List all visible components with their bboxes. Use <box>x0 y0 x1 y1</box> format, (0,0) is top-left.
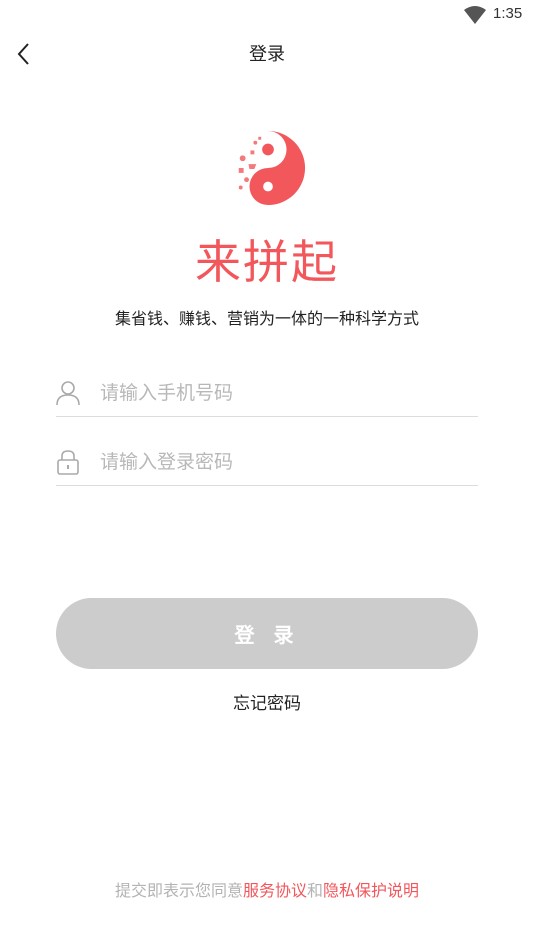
status-bar: 1:35 <box>0 0 534 30</box>
agreement-prefix: 提交即表示您同意 <box>114 881 243 900</box>
user-icon <box>56 381 80 406</box>
brand-name: 来拼起 <box>195 235 339 289</box>
status-time: 1:35 <box>493 5 523 22</box>
privacy-policy-link[interactable]: 隐私保护说明 <box>323 881 419 900</box>
login-button[interactable]: 登 录 <box>56 598 478 669</box>
wifi-icon <box>464 6 486 24</box>
agreement-conjunction: 和 <box>307 881 324 900</box>
lock-icon <box>57 450 79 475</box>
page-title: 登录 <box>249 44 285 65</box>
service-agreement-link[interactable]: 服务协议 <box>243 881 307 900</box>
phone-field <box>56 370 478 417</box>
phone-input[interactable] <box>100 376 470 410</box>
app-logo-icon <box>230 130 306 206</box>
password-field <box>56 439 478 486</box>
forgot-password-link[interactable]: 忘记密码 <box>0 689 534 714</box>
brand-slogan: 集省钱、赚钱、营销为一体的一种科学方式 <box>114 309 419 328</box>
agreement-text: 提交即表示您同意服务协议和隐私保护说明 <box>0 877 534 901</box>
password-input[interactable] <box>100 445 470 479</box>
top-bar: 登录 <box>0 30 534 76</box>
